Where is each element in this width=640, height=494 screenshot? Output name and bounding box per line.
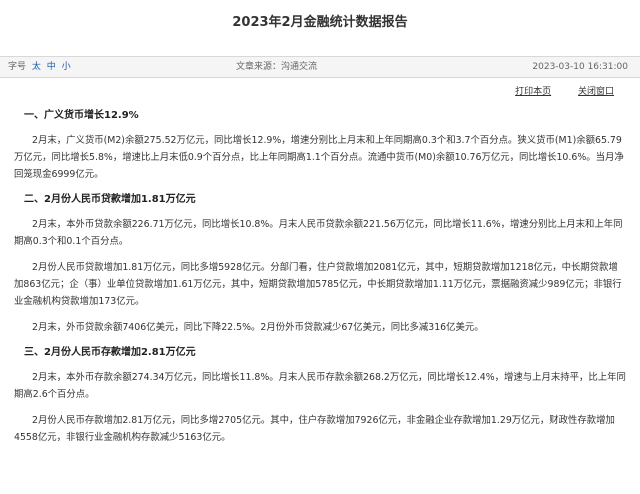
paragraph: 2月份人民币存款增加2.81万亿元，同比多增2705亿元。其中，住户存款增加79… xyxy=(14,415,615,443)
paragraph: 2月末，外币贷款余额7406亿美元，同比下降22.5%。2月份外币贷款减少67亿… xyxy=(32,322,484,333)
font-size-large-option[interactable]: 太 xyxy=(32,62,41,72)
article-page: 2023年2月金融统计数据报告 字号 太 中 小 文章来源：沟通交流 2023-… xyxy=(0,0,640,494)
font-size-medium-option[interactable]: 中 xyxy=(47,62,56,72)
page-title: 2023年2月金融统计数据报告 xyxy=(232,15,408,30)
paragraph: 2月末，本外币贷款余额226.71万亿元，同比增长10.8%。月末人民币贷款余额… xyxy=(14,219,623,247)
article-actions: 打印本页 关闭窗口 xyxy=(491,84,614,97)
font-size-small-option[interactable]: 小 xyxy=(62,62,71,72)
paragraph: 2月末，广义货币(M2)余额275.52万亿元，同比增长12.9%，增速分别比上… xyxy=(14,135,624,180)
article-body: 一、广义货币增长12.9% 2月末，广义货币(M2)余额275.52万亿元，同比… xyxy=(0,108,640,455)
paragraph: 2月份人民币贷款增加1.81万亿元，同比多增5928亿元。分部门看，住户贷款增加… xyxy=(14,262,622,307)
print-page-link[interactable]: 打印本页 xyxy=(515,87,551,97)
font-size-label: 字号 xyxy=(8,62,27,72)
publish-date: 2023-03-10 16:31:00 xyxy=(532,62,628,72)
paragraph: 2月末，本外币存款余额274.34万亿元，同比增长11.8%。月末人民币存款余额… xyxy=(14,372,626,400)
section-heading-m2: 一、广义货币增长12.9% xyxy=(24,110,139,121)
font-size-control: 字号 太 中 小 xyxy=(8,57,74,77)
section-heading-deposits: 三、2月份人民币存款增加2.81万亿元 xyxy=(24,347,196,358)
section-heading-loans: 二、2月份人民币贷款增加1.81万亿元 xyxy=(24,194,196,205)
article-meta-bar: 字号 太 中 小 文章来源：沟通交流 2023-03-10 16:31:00 xyxy=(0,56,640,78)
article-source: 文章来源：沟通交流 xyxy=(236,62,318,72)
close-window-link[interactable]: 关闭窗口 xyxy=(578,87,614,97)
